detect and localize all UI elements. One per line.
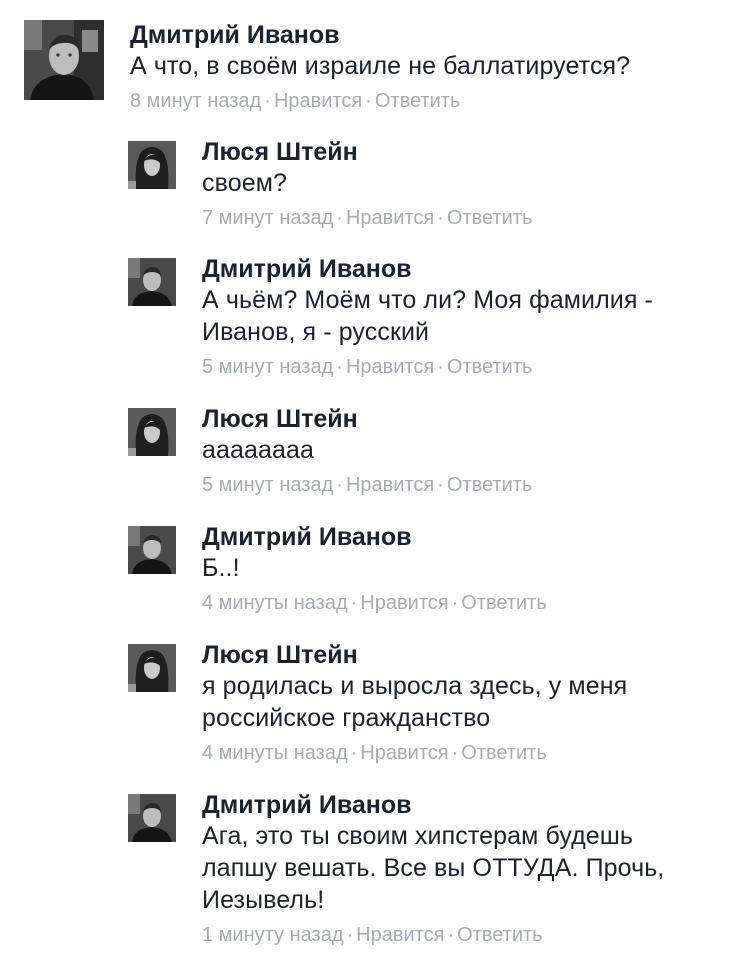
reply-timestamp[interactable]: 4 минуты назад — [202, 742, 348, 764]
reply-meta: 1 минуту назад · Нравится · Ответить — [202, 922, 664, 948]
comment-author[interactable]: Дмитрий Иванов — [130, 20, 630, 50]
male-profile-photo-icon[interactable] — [128, 526, 176, 574]
reply-timestamp[interactable]: 1 минуту назад — [202, 924, 344, 946]
reply-meta: 5 минут назад · Нравится · Ответить — [202, 354, 653, 380]
reply-text-line: лапшу вешать. Все вы ОТТУДА. Прочь, — [202, 854, 665, 882]
reply-text: ааааааaа — [202, 434, 532, 466]
male-profile-photo-icon[interactable] — [24, 20, 104, 100]
separator-dot: · — [264, 90, 271, 112]
comment-meta: 8 минут назад · Нравится · Ответить — [130, 88, 630, 114]
reply-meta: 4 минуты назад · Нравится · Ответить — [202, 740, 627, 766]
reply-text-line: Иванов, я - русский — [202, 318, 430, 346]
reply-button[interactable]: Ответить — [447, 356, 533, 378]
reply-author[interactable]: Люся Штейн — [202, 137, 532, 167]
female-profile-photo-icon[interactable] — [128, 141, 176, 189]
reply-text: своем? — [202, 167, 532, 199]
reply-meta: 4 минуты назад · Нравится · Ответить — [202, 590, 547, 616]
separator-dot: · — [365, 90, 372, 112]
reply-text-line: А чьём? Моём что ли? Моя фамилия - — [202, 286, 653, 314]
reply-author[interactable]: Дмитрий Иванов — [202, 254, 653, 284]
reply-author[interactable]: Дмитрий Иванов — [202, 790, 664, 820]
reply-timestamp[interactable]: 5 минут назад — [202, 474, 333, 496]
separator-dot: · — [447, 924, 455, 946]
reply-author[interactable]: Дмитрий Иванов — [202, 522, 547, 552]
reply-text: я родилась и выросла здесь, у меня росси… — [202, 670, 627, 734]
reply-text-line: Б..! — [202, 554, 240, 582]
reply-timestamp[interactable]: 4 минуты назад — [202, 592, 348, 614]
separator-dot: · — [336, 356, 343, 378]
reply-text: Б..! — [202, 552, 547, 584]
like-button[interactable]: Нравится — [346, 207, 434, 229]
reply-timestamp[interactable]: 7 минут назад — [202, 207, 333, 229]
like-button[interactable]: Нравится — [360, 592, 448, 614]
like-button[interactable]: Нравится — [360, 742, 448, 764]
like-button[interactable]: Нравится — [346, 356, 434, 378]
reply-button[interactable]: Ответить — [375, 90, 461, 112]
like-button[interactable]: Нравится — [356, 924, 444, 946]
reply-button[interactable]: Ответить — [457, 924, 543, 946]
reply-button[interactable]: Ответить — [461, 592, 547, 614]
reply-text-line: Ага, это ты своим хипстерам будешь — [202, 822, 634, 850]
reply-button[interactable]: Ответить — [447, 474, 533, 496]
reply-text-line: своем? — [202, 169, 287, 197]
reply-timestamp[interactable]: 5 минут назад — [202, 356, 333, 378]
reply-author[interactable]: Люся Штейн — [202, 640, 627, 670]
separator-dot: · — [336, 474, 343, 496]
reply-text: А чьём? Моём что ли? Моя фамилия - Ивано… — [202, 284, 653, 348]
reply-text: Ага, это ты своим хипстерам будешь лапшу… — [202, 820, 664, 916]
like-button[interactable]: Нравится — [274, 90, 362, 112]
separator-dot: · — [336, 207, 343, 229]
reply-text-line: российское гражданство — [202, 704, 491, 732]
comment-text-line: А что, в своём израиле не баллатируется? — [130, 52, 631, 80]
reply-button[interactable]: Ответить — [447, 207, 533, 229]
reply-author[interactable]: Люся Штейн — [202, 404, 532, 434]
separator-dot: · — [451, 742, 459, 764]
reply-meta: 5 минут назад · Нравится · Ответить — [202, 472, 532, 498]
separator-dot: · — [437, 356, 444, 378]
reply-button[interactable]: Ответить — [461, 742, 547, 764]
male-profile-photo-icon[interactable] — [128, 258, 176, 306]
like-button[interactable]: Нравится — [346, 474, 434, 496]
reply-text-line: Иезывель! — [202, 886, 325, 914]
separator-dot: · — [437, 474, 444, 496]
comment-text: А что, в своём израиле не баллатируется? — [130, 50, 630, 82]
comment-timestamp[interactable]: 8 минут назад — [130, 90, 261, 112]
separator-dot: · — [437, 207, 444, 229]
separator-dot: · — [350, 742, 358, 764]
separator-dot: · — [451, 592, 459, 614]
reply-meta: 7 минут назад · Нравится · Ответить — [202, 205, 532, 231]
male-profile-photo-icon[interactable] — [128, 794, 176, 842]
female-profile-photo-icon[interactable] — [128, 408, 176, 456]
female-profile-photo-icon[interactable] — [128, 644, 176, 692]
reply-text-line: я родилась и выросла здесь, у меня — [202, 672, 628, 700]
reply-text-line: ааааааaа — [202, 436, 315, 464]
separator-dot: · — [346, 924, 354, 946]
separator-dot: · — [350, 592, 358, 614]
